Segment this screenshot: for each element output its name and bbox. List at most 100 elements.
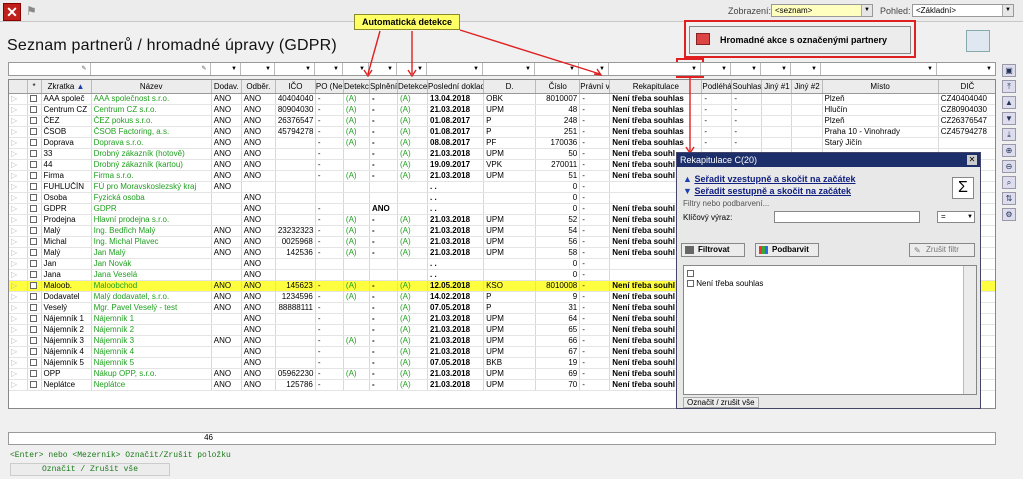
toggle-all-button[interactable]: Označit / Zrušit vše <box>10 463 170 476</box>
column-header[interactable]: Splnění <box>369 80 398 94</box>
row-checkbox-cell[interactable] <box>27 126 42 138</box>
pohled-select[interactable]: <Základní> ▼ <box>912 4 1014 17</box>
row-checkbox-cell[interactable] <box>27 203 42 215</box>
row-checkbox-cell[interactable] <box>27 181 42 193</box>
column-header[interactable] <box>9 80 28 94</box>
filter-cell[interactable]: ▼ <box>609 63 701 75</box>
filter-cell[interactable]: ▼ <box>369 63 397 75</box>
sort-desc-link[interactable]: Seřadit sestupně a skočit na začátek <box>694 186 851 196</box>
checkbox[interactable] <box>29 105 37 113</box>
checkbox[interactable] <box>687 280 694 288</box>
sort-icon[interactable]: ⇅ <box>1002 192 1016 205</box>
row-checkbox-cell[interactable] <box>27 368 42 380</box>
save-icon[interactable]: ▣ <box>1002 64 1016 77</box>
checkbox[interactable] <box>29 380 37 388</box>
column-header[interactable]: Název <box>91 80 212 94</box>
filter-cell[interactable]: ▼ <box>343 63 369 75</box>
row-checkbox-cell[interactable] <box>27 236 42 248</box>
search-icon[interactable]: ⌕ <box>1002 176 1016 189</box>
column-header[interactable]: * <box>27 80 42 94</box>
row-checkbox-cell[interactable] <box>27 159 42 171</box>
column-header[interactable]: Poslední doklad <box>427 80 485 94</box>
filter-cell[interactable]: ▼ <box>701 63 731 75</box>
checkbox[interactable] <box>29 127 37 135</box>
checkbox[interactable] <box>29 314 37 322</box>
color-button[interactable]: Podbarvit <box>755 243 819 257</box>
column-header[interactable]: Rekapitulace <box>609 80 703 94</box>
operator-select[interactable]: = ▼ <box>937 211 975 223</box>
filter-cell[interactable]: ▼ <box>427 63 483 75</box>
filter-cell[interactable]: ▼ <box>397 63 427 75</box>
column-header[interactable]: D. <box>483 80 537 94</box>
column-header[interactable]: Zkratka ▲ <box>41 80 92 94</box>
checkbox[interactable] <box>29 204 37 212</box>
zobrazeni-select[interactable]: <seznam> ▼ <box>771 4 873 17</box>
checkbox[interactable] <box>29 160 37 168</box>
column-header[interactable]: Dodav. <box>211 80 242 94</box>
filter-cell[interactable]: ▼ <box>211 63 241 75</box>
checkbox[interactable] <box>29 193 37 201</box>
close-icon[interactable]: ✕ <box>3 3 21 21</box>
checkbox[interactable] <box>29 281 37 289</box>
sigma-icon[interactable]: Σ <box>952 177 974 199</box>
checkbox[interactable] <box>29 248 37 256</box>
checkbox[interactable] <box>29 171 37 179</box>
checkbox[interactable] <box>29 292 37 300</box>
filter-cell[interactable]: ▼ <box>731 63 761 75</box>
first-record-icon[interactable]: ⤒ <box>1002 80 1016 93</box>
checkbox[interactable] <box>29 336 37 344</box>
checkbox[interactable] <box>29 226 37 234</box>
checkbox[interactable] <box>29 325 37 333</box>
toggle-all-link[interactable]: Označit / zrušit vše <box>683 397 759 408</box>
checkbox[interactable] <box>29 138 37 146</box>
checkbox[interactable] <box>29 270 37 278</box>
column-header[interactable]: Detekc <box>343 80 370 94</box>
row-checkbox-cell[interactable] <box>27 291 42 303</box>
filter-cell[interactable]: ▼ <box>761 63 791 75</box>
table-row[interactable]: ▷ AAA společ AAA společnost s.r.o. ANO ANO 40… <box>9 93 995 105</box>
checkbox[interactable] <box>29 149 37 157</box>
row-checkbox-cell[interactable] <box>27 148 42 160</box>
table-row[interactable]: ▷ Doprava Doprava s.r.o. ANO ANO - (A) - (A) 08.0… <box>9 137 995 149</box>
table-row[interactable]: ▷ ČSOB ČSOB Factoring, a.s. ANO ANO 45794278-… <box>9 126 995 138</box>
row-checkbox-cell[interactable] <box>27 247 42 259</box>
next-page-icon[interactable]: ▼ <box>1002 112 1016 125</box>
checkbox[interactable] <box>29 116 37 124</box>
row-checkbox-cell[interactable] <box>27 357 42 369</box>
row-checkbox-cell[interactable] <box>27 302 42 314</box>
filter-cell[interactable]: ✎ <box>9 63 91 75</box>
row-checkbox-cell[interactable] <box>27 170 42 182</box>
row-checkbox-cell[interactable] <box>27 192 42 204</box>
column-header[interactable]: Místo <box>822 80 939 94</box>
table-row[interactable]: ▷ Centrum CZ Centrum CZ s.r.o. ANO ANO 809040… <box>9 104 995 116</box>
filter-cell[interactable]: ▼ <box>791 63 821 75</box>
row-checkbox-cell[interactable] <box>27 335 42 347</box>
row-checkbox-cell[interactable] <box>27 269 42 281</box>
keyword-input[interactable] <box>774 211 920 223</box>
row-checkbox-cell[interactable] <box>27 93 42 105</box>
column-header[interactable]: DIČ <box>938 80 995 94</box>
column-header[interactable]: Jiný #2 <box>791 80 823 94</box>
column-header[interactable]: Podléhá <box>701 80 733 94</box>
close-icon[interactable]: ✕ <box>967 155 977 165</box>
checkbox[interactable] <box>29 94 37 102</box>
checkbox[interactable] <box>29 358 37 366</box>
row-checkbox-cell[interactable] <box>27 225 42 237</box>
row-checkbox-cell[interactable] <box>27 115 42 127</box>
row-checkbox-cell[interactable] <box>27 137 42 149</box>
column-header[interactable]: Souhlas <box>731 80 763 94</box>
filter-cell[interactable]: ▼ <box>483 63 535 75</box>
filter-button[interactable]: Filtrovat <box>681 243 745 257</box>
cancel-filter-button[interactable]: ✎ Zrušit filtr <box>909 243 975 257</box>
filter-cell[interactable]: ▼ <box>275 63 315 75</box>
checkbox[interactable] <box>687 270 694 278</box>
column-header[interactable]: Číslo <box>535 80 581 94</box>
checkbox[interactable] <box>29 347 37 355</box>
checkbox[interactable] <box>29 182 37 190</box>
column-header[interactable]: Detekce <box>397 80 429 94</box>
filter-cell[interactable]: ▼ <box>535 63 579 75</box>
settings-icon[interactable]: ⚙ <box>1002 208 1016 221</box>
export-icon[interactable] <box>966 30 990 52</box>
column-header[interactable]: Odběr. <box>241 80 276 94</box>
checkbox[interactable] <box>29 259 37 267</box>
